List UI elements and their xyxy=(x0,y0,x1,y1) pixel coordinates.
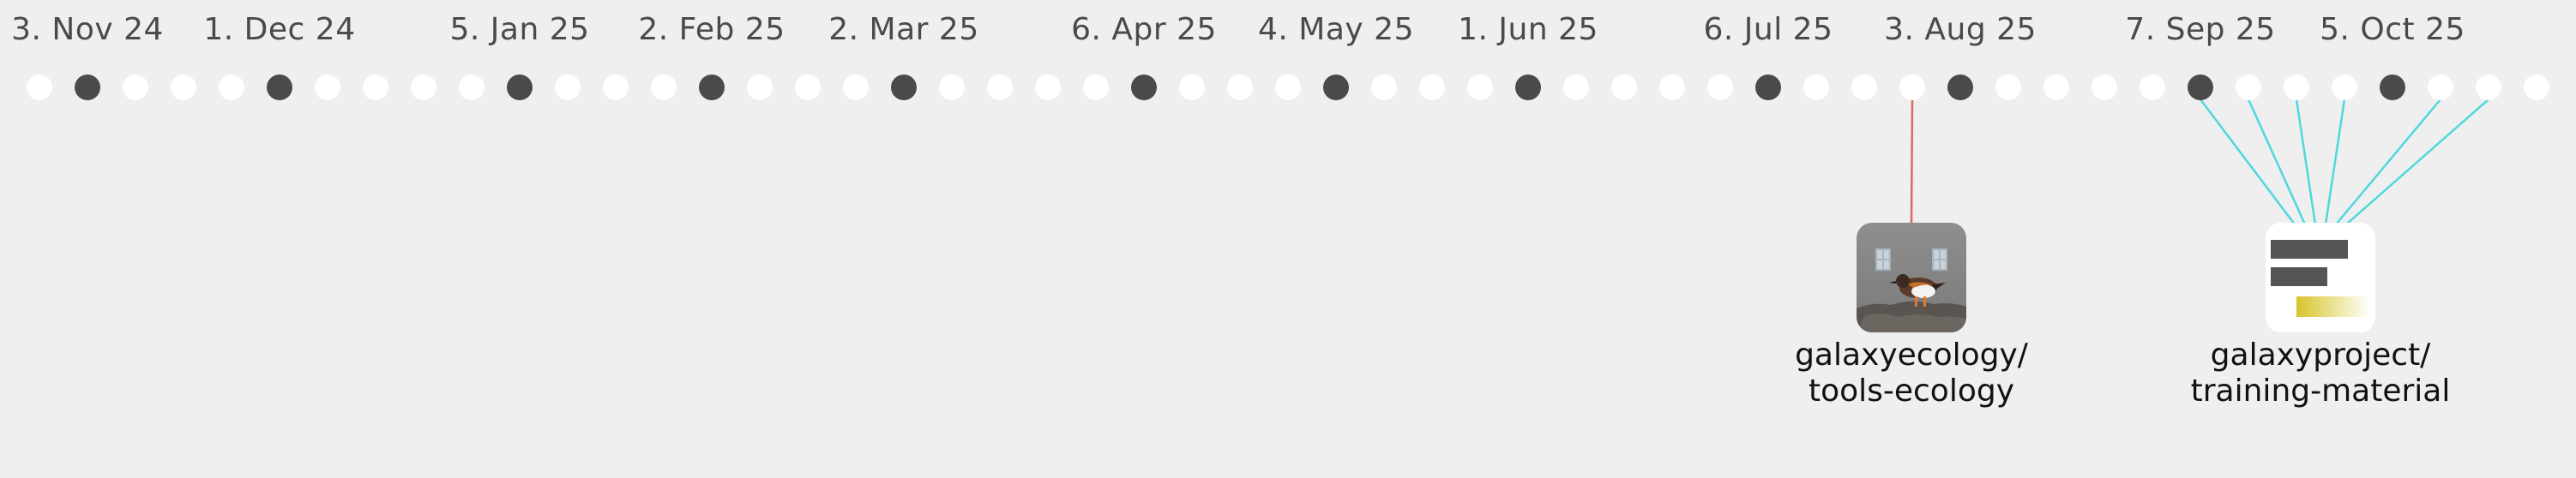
repo-name-line1: galaxyproject/ xyxy=(2210,338,2431,373)
contribution-link-line xyxy=(2295,99,2317,225)
contribution-link-line xyxy=(2324,99,2346,225)
timeline-dot[interactable] xyxy=(795,75,821,100)
contribution-link-line xyxy=(2247,99,2307,225)
timeline-dot[interactable] xyxy=(1179,75,1205,100)
timeline-dot[interactable] xyxy=(1083,75,1109,100)
timeline-dot[interactable] xyxy=(2091,75,2117,100)
timeline-dot[interactable] xyxy=(1995,75,2021,100)
timeline-dot-active[interactable] xyxy=(267,75,292,100)
timeline-dot-active[interactable] xyxy=(1755,75,1781,100)
timeline-dot[interactable] xyxy=(2140,75,2165,100)
timeline-dot[interactable] xyxy=(1371,75,1397,100)
repo-name-line1: galaxyecology/ xyxy=(1795,338,2028,373)
timeline-dot-active[interactable] xyxy=(2380,75,2405,100)
date-label: 1. Jun 25 xyxy=(1458,12,1598,47)
timeline-dot[interactable] xyxy=(1659,75,1685,100)
date-label: 4. May 25 xyxy=(1258,12,1414,47)
timeline-dot[interactable] xyxy=(1035,75,1061,100)
date-label: 2. Mar 25 xyxy=(828,12,979,47)
timeline-dot[interactable] xyxy=(603,75,629,100)
timeline-dot[interactable] xyxy=(1467,75,1493,100)
contribution-link-line xyxy=(1910,99,1914,225)
timeline-dot[interactable] xyxy=(1899,75,1925,100)
timeline-dot[interactable] xyxy=(1707,75,1733,100)
timeline-dot-active[interactable] xyxy=(891,75,917,100)
contribution-link-line xyxy=(2200,99,2296,225)
timeline-dot-active[interactable] xyxy=(1947,75,1973,100)
timeline-dot[interactable] xyxy=(315,75,340,100)
timeline-dot[interactable] xyxy=(1227,75,1253,100)
timeline-dot-active[interactable] xyxy=(699,75,725,100)
timeline-dot[interactable] xyxy=(171,75,196,100)
date-label: 3. Aug 25 xyxy=(1884,12,2037,47)
repo-name-tools-ecology[interactable]: galaxyecology/ tools-ecology xyxy=(1795,338,2028,409)
repo-avatar-tools-ecology[interactable] xyxy=(1857,223,1966,332)
date-label: 5. Oct 25 xyxy=(2320,12,2465,47)
repo-avatar-training-material[interactable] xyxy=(2266,223,2375,332)
timeline-dot[interactable] xyxy=(2284,75,2309,100)
timeline-dot-active[interactable] xyxy=(507,75,533,100)
training-material-logo-icon xyxy=(2266,223,2375,332)
timeline-dot[interactable] xyxy=(987,75,1013,100)
timeline-dot-active[interactable] xyxy=(75,75,100,100)
timeline-dot-active[interactable] xyxy=(1515,75,1541,100)
timeline-dot-active[interactable] xyxy=(1323,75,1349,100)
contribution-link-line xyxy=(2345,99,2489,225)
timeline-dot[interactable] xyxy=(2428,75,2453,100)
date-label: 7. Sep 25 xyxy=(2125,12,2276,47)
bird-photo-icon xyxy=(1857,223,1966,332)
timeline-dot[interactable] xyxy=(459,75,485,100)
timeline-dot[interactable] xyxy=(1419,75,1445,100)
timeline-dot[interactable] xyxy=(1563,75,1589,100)
repo-name-training-material[interactable]: galaxyproject/ training-material xyxy=(2191,338,2451,409)
timeline-dot[interactable] xyxy=(2236,75,2261,100)
timeline-dot[interactable] xyxy=(2043,75,2069,100)
timeline-dot[interactable] xyxy=(27,75,52,100)
timeline-dot-active[interactable] xyxy=(1131,75,1157,100)
timeline-dot[interactable] xyxy=(2332,75,2357,100)
timeline-dot[interactable] xyxy=(2476,75,2501,100)
repo-name-line2: tools-ecology xyxy=(1808,373,2015,409)
date-label: 1. Dec 24 xyxy=(203,12,356,47)
timeline-dot[interactable] xyxy=(843,75,869,100)
timeline-dot[interactable] xyxy=(2524,75,2549,100)
timeline-dot[interactable] xyxy=(1851,75,1877,100)
date-label: 3. Nov 24 xyxy=(11,12,164,47)
timeline-dot[interactable] xyxy=(1275,75,1301,100)
timeline-dot[interactable] xyxy=(651,75,677,100)
timeline-dot-active[interactable] xyxy=(2188,75,2213,100)
date-label: 2. Feb 25 xyxy=(638,12,785,47)
repo-name-line2: training-material xyxy=(2190,373,2451,409)
date-label: 6. Jul 25 xyxy=(1703,12,1833,47)
contribution-timeline: 3. Nov 24 1. Dec 24 5. Jan 25 2. Feb 25 2. M… xyxy=(0,0,2576,478)
timeline-dot[interactable] xyxy=(123,75,148,100)
timeline-dot[interactable] xyxy=(747,75,773,100)
timeline-dot[interactable] xyxy=(411,75,436,100)
date-label: 5. Jan 25 xyxy=(449,12,590,47)
timeline-dot[interactable] xyxy=(1803,75,1829,100)
date-label: 6. Apr 25 xyxy=(1071,12,1217,47)
timeline-dot[interactable] xyxy=(363,75,388,100)
timeline-dot[interactable] xyxy=(555,75,581,100)
contribution-link-line xyxy=(2335,99,2441,225)
link-lines xyxy=(1910,99,2489,225)
timeline-dot[interactable] xyxy=(219,75,244,100)
timeline-dot[interactable] xyxy=(1611,75,1637,100)
timeline-dot[interactable] xyxy=(939,75,965,100)
